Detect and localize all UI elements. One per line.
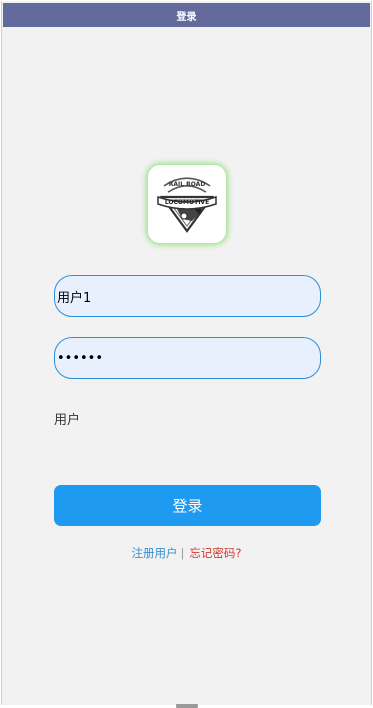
app-logo: RAIL ROAD LOCOMOTIVE [148,165,226,243]
page-title: 登录 [3,3,370,27]
home-indicator [176,704,198,708]
auth-links: 注册用户 | 忘记密码? [0,545,373,561]
password-input[interactable] [54,337,321,379]
logo-banner-text: LOCOMOTIVE [165,199,209,206]
login-button[interactable]: 登录 [54,485,321,526]
forgot-password-link[interactable]: 忘记密码? [189,546,241,560]
locomotive-logo-icon: RAIL ROAD LOCOMOTIVE [157,177,217,233]
register-link[interactable]: 注册用户 [132,546,178,560]
user-role-label[interactable]: 用户 [54,409,80,428]
link-separator: | [180,546,185,560]
username-input[interactable] [54,275,321,317]
logo-top-text: RAIL ROAD [169,181,206,188]
